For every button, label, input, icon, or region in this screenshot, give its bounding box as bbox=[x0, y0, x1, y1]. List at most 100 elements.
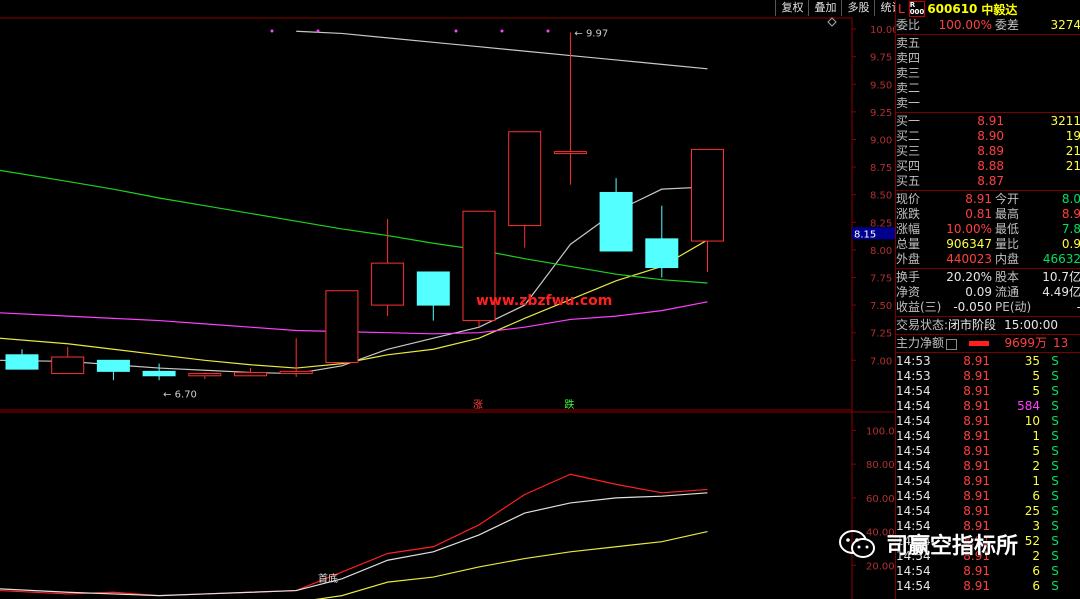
stat-label: 股本 bbox=[995, 270, 1020, 284]
stat-label: 现价 bbox=[896, 192, 921, 206]
tick-time: 14:54 bbox=[896, 564, 931, 578]
tick-side: S bbox=[1051, 564, 1059, 578]
tick-side: S bbox=[1051, 474, 1059, 488]
sell-label: 卖一 bbox=[896, 96, 921, 110]
buy-volume: 21 bbox=[1065, 159, 1080, 173]
buy-price: 8.90 bbox=[977, 129, 1004, 143]
candle-body bbox=[508, 131, 542, 227]
sell-price bbox=[930, 36, 1004, 51]
stat-value: 8.0 bbox=[1061, 192, 1080, 206]
candle-body bbox=[234, 371, 267, 377]
tick-time: 14:54 bbox=[896, 474, 931, 488]
y-tick-label: 7.75 bbox=[870, 273, 892, 284]
tick-row[interactable]: 14:53 8.91 5 S bbox=[896, 369, 1080, 384]
tick-time: 14:54 bbox=[896, 384, 931, 398]
tick-time: 14:54 bbox=[896, 579, 931, 593]
buy-row[interactable]: 买一 8.91 3211 bbox=[896, 114, 1080, 129]
toolbar-button-1[interactable]: 叠加 bbox=[808, 0, 841, 16]
stat-label: PE(动) bbox=[995, 300, 1032, 314]
tick-row[interactable]: 14:53 8.91 35 S bbox=[896, 354, 1080, 369]
tick-row[interactable]: 14:54 8.91 25 S bbox=[896, 504, 1080, 519]
sell-price bbox=[930, 66, 1004, 81]
stat-value: 440023 bbox=[946, 252, 992, 266]
order-ratio-label: 委比 bbox=[896, 18, 921, 32]
sell-orders: 卖五 卖四 卖三 卖二 卖一 bbox=[896, 36, 1080, 111]
tick-row[interactable]: 14:54 8.91 5 S bbox=[896, 384, 1080, 399]
stat-label: 量比 bbox=[995, 237, 1020, 251]
toolbar-button-2[interactable]: 多股 bbox=[841, 0, 874, 16]
candle-body bbox=[691, 148, 724, 242]
buy-row[interactable]: 买五 8.87 bbox=[896, 174, 1080, 189]
tick-time: 14:54 bbox=[896, 444, 931, 458]
tick-row[interactable]: 14:54 8.91 5 S bbox=[896, 444, 1080, 459]
tick-row[interactable]: 14:54 8.91 584 S bbox=[896, 399, 1080, 414]
order-ratio-value: 100.00% bbox=[938, 18, 992, 32]
tick-row[interactable]: 14:54 8.91 1 S bbox=[896, 474, 1080, 489]
indicator-line-0 bbox=[0, 473, 708, 597]
buy-row[interactable]: 买二 8.90 19 bbox=[896, 129, 1080, 144]
sell-row[interactable]: 卖三 bbox=[896, 66, 1080, 81]
tick-side: S bbox=[1051, 549, 1059, 563]
menu-icon[interactable] bbox=[946, 339, 958, 350]
y-tick-label: 8.50 bbox=[870, 191, 892, 202]
tick-row[interactable]: 14:54 8.91 2 S bbox=[896, 459, 1080, 474]
tick-side: S bbox=[1051, 414, 1059, 428]
sell-row[interactable]: 卖一 bbox=[896, 96, 1080, 111]
sell-price bbox=[930, 51, 1004, 66]
signal-dot bbox=[500, 29, 504, 33]
stat-row: 换手 20.20% 股本 10.7亿 bbox=[896, 270, 1080, 285]
buy-orders: 买一 8.91 3211 买二 8.90 19 买三 8.89 21 买四 8.88 21 买五 8.87 bbox=[896, 114, 1080, 189]
signal-dot bbox=[546, 29, 550, 33]
tick-side: S bbox=[1051, 354, 1059, 368]
kline-chart-area[interactable]: ← 9.97 ← 6.70 涨 跌 www.zbzfwu.com 首底 10.00 9.7… bbox=[0, 0, 895, 599]
candle-body bbox=[325, 290, 359, 364]
stat-value: 4.49亿 bbox=[1042, 285, 1080, 299]
sell-row[interactable]: 卖五 bbox=[896, 36, 1080, 51]
candle-body bbox=[416, 271, 450, 306]
main-net-row[interactable]: 主力净额 9699万 13 bbox=[896, 336, 1080, 351]
fundamental-stats: 换手 20.20% 股本 10.7亿 净资 0.09 流通 4.49亿 收益(三) -0.050 P… bbox=[896, 270, 1080, 315]
stat-label: 收益(三) bbox=[896, 300, 942, 314]
y-tick-label: 7.25 bbox=[870, 329, 892, 340]
stat-label: 最高 bbox=[995, 207, 1020, 221]
candle-body bbox=[96, 359, 130, 372]
tick-volume: 5 bbox=[1032, 384, 1040, 398]
order-diff-label: 委差 bbox=[995, 18, 1020, 32]
tick-side: S bbox=[1051, 459, 1059, 473]
stat-row: 涨幅 10.00% 最低 7.8 bbox=[896, 222, 1080, 237]
candle-body bbox=[5, 354, 39, 370]
tick-row[interactable]: 14:54 8.91 6 S bbox=[896, 564, 1080, 579]
main-net-extra: 13 bbox=[1053, 336, 1069, 350]
trade-status-time: 15:00:00 bbox=[1004, 318, 1058, 332]
buy-row[interactable]: 买三 8.89 21 bbox=[896, 144, 1080, 159]
tick-price: 8.91 bbox=[963, 504, 990, 518]
stat-label: 内盘 bbox=[995, 252, 1020, 266]
stat-value: - bbox=[1027, 300, 1080, 315]
stat-value: 0.9 bbox=[1061, 237, 1080, 251]
tick-row[interactable]: 14:54 8.91 10 S bbox=[896, 414, 1080, 429]
tick-time: 14:54 bbox=[896, 429, 931, 443]
indicator-label: 首底 bbox=[318, 572, 338, 585]
stat-value: 10.00% bbox=[946, 222, 992, 236]
sell-row[interactable]: 卖二 bbox=[896, 81, 1080, 96]
tick-price: 8.91 bbox=[963, 429, 990, 443]
tick-row[interactable]: 14:54 8.91 6 S bbox=[896, 489, 1080, 504]
tick-price: 8.91 bbox=[963, 354, 990, 368]
diamond-icon bbox=[827, 17, 837, 27]
sell-row[interactable]: 卖四 bbox=[896, 51, 1080, 66]
tick-price: 8.91 bbox=[963, 579, 990, 593]
toolbar-button-0[interactable]: 复权 bbox=[775, 0, 808, 16]
sub-y-tick-label: 100.0 bbox=[866, 426, 895, 437]
watermark-text: 司赢空指标所 bbox=[886, 534, 1019, 559]
main-net-label: 主力净额 bbox=[896, 336, 945, 350]
tick-price: 8.91 bbox=[963, 369, 990, 383]
buy-row[interactable]: 买四 8.88 21 bbox=[896, 159, 1080, 174]
stock-code[interactable]: 600610 bbox=[927, 2, 977, 16]
y-tick-label: 10.00 bbox=[870, 25, 895, 36]
tick-row[interactable]: 14:54 8.91 1 S bbox=[896, 429, 1080, 444]
site-watermark: www.zbzfwu.com bbox=[476, 293, 612, 309]
stock-name[interactable]: 中毅达 bbox=[981, 1, 1017, 18]
tick-price: 8.91 bbox=[963, 444, 990, 458]
tick-side: S bbox=[1051, 384, 1059, 398]
tick-row[interactable]: 14:54 8.91 6 S bbox=[896, 579, 1080, 594]
